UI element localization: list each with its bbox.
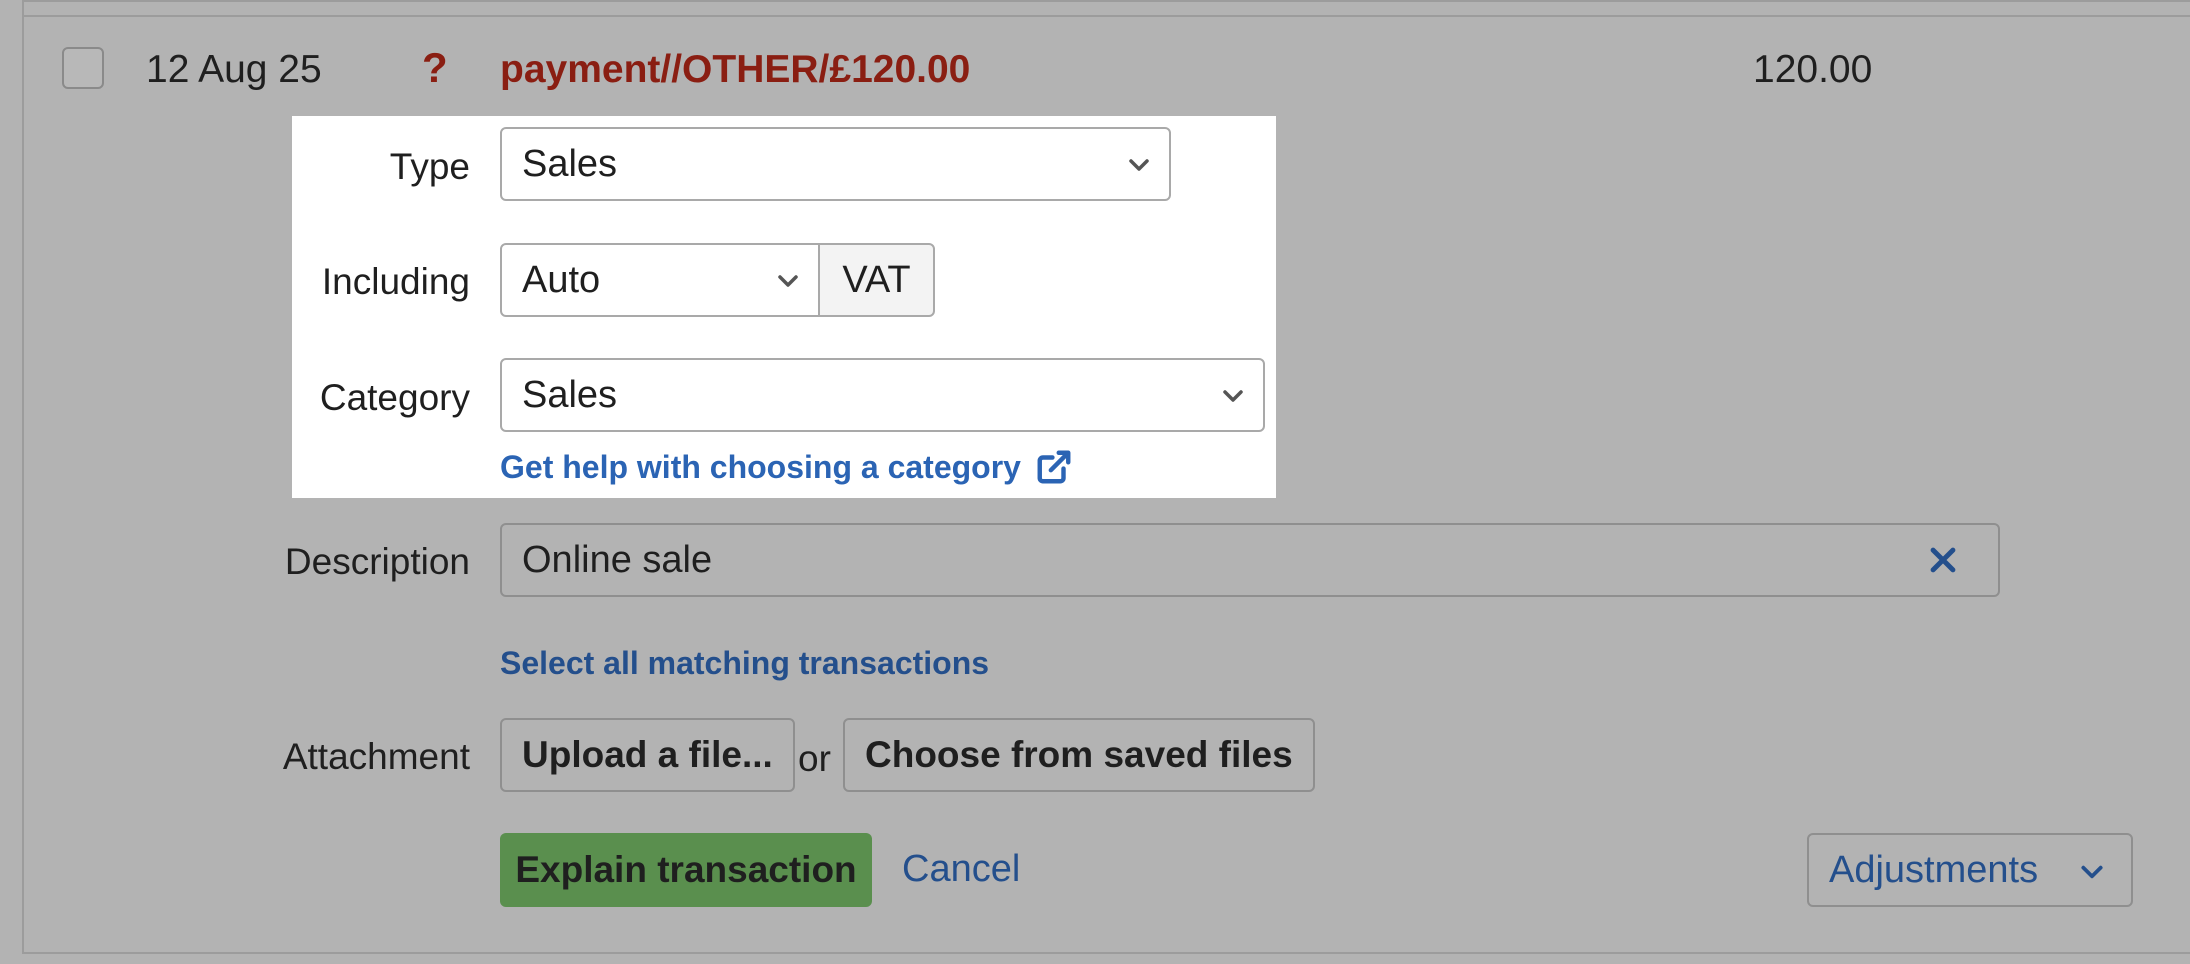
category-label: Category (319, 377, 470, 418)
category-help-link[interactable]: Get help with choosing a category (500, 448, 1073, 486)
chevron-down-icon (2081, 865, 2103, 879)
description-label: Description (284, 541, 470, 582)
transaction-amount: 120.00 (1753, 48, 1873, 91)
including-select[interactable]: Auto (500, 243, 820, 317)
transaction-description[interactable]: payment//OTHER/£120.00 (500, 48, 970, 92)
category-help-text: Get help with choosing a category (500, 448, 1021, 485)
explain-transaction-button[interactable]: Explain transaction (500, 833, 872, 907)
clear-icon[interactable] (1926, 543, 1960, 577)
description-value: Online sale (522, 539, 713, 581)
choose-saved-files-button[interactable]: Choose from saved files (843, 718, 1315, 792)
including-label: Including (321, 261, 470, 302)
or-separator: or (798, 738, 831, 779)
description-input[interactable]: Online sale (500, 523, 2000, 597)
row-checkbox[interactable] (62, 47, 104, 89)
divider (22, 15, 2190, 17)
chevron-down-icon (778, 275, 798, 287)
adjustments-button[interactable]: Adjustments (1807, 833, 2133, 907)
cancel-link[interactable]: Cancel (902, 848, 1020, 891)
adjustments-label: Adjustments (1829, 849, 2039, 891)
chevron-down-icon (1129, 159, 1149, 171)
type-label: Type (389, 146, 470, 187)
vat-addon: VAT (818, 243, 935, 317)
attachment-label: Attachment (282, 736, 470, 777)
category-select-value: Sales (522, 374, 618, 416)
upload-file-button[interactable]: Upload a file... (500, 718, 795, 792)
external-link-icon (1037, 450, 1071, 484)
category-select[interactable]: Sales (500, 358, 1265, 432)
chevron-down-icon (1223, 390, 1243, 402)
transaction-date: 12 Aug 25 (146, 48, 322, 91)
type-select[interactable]: Sales (500, 127, 1171, 201)
select-matching-link[interactable]: Select all matching transactions (500, 645, 989, 682)
unexplained-status-icon: ? (422, 44, 448, 91)
including-select-value: Auto (522, 259, 601, 301)
type-select-value: Sales (522, 143, 618, 185)
